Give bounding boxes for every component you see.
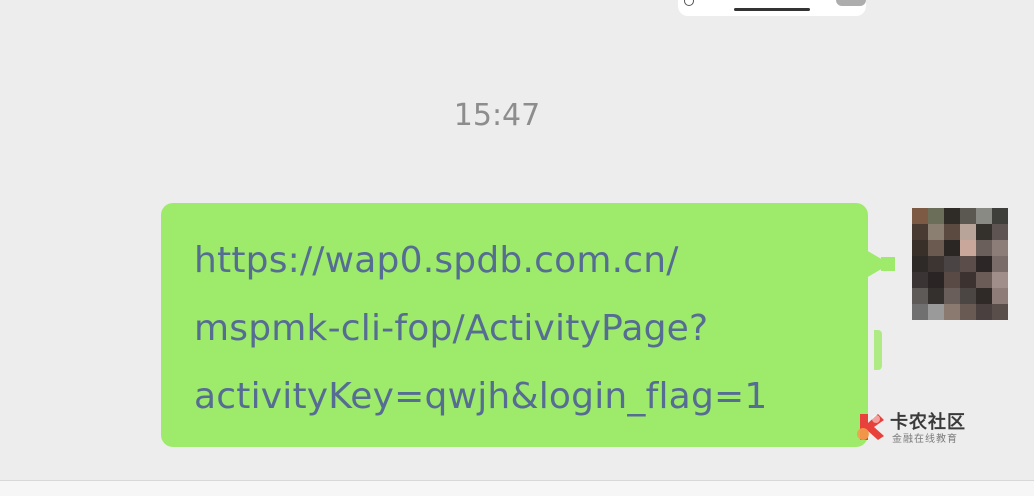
card-divider xyxy=(734,8,810,11)
bubble-tail-marker xyxy=(881,257,895,271)
input-bar-edge xyxy=(0,481,1034,496)
message-bubble[interactable]: https://wap0.spdb.com.cn/ mspmk-cli-fop/… xyxy=(161,203,868,447)
message-link-line-1[interactable]: https://wap0.spdb.com.cn/ xyxy=(194,227,844,295)
card-dot-icon xyxy=(684,0,694,6)
chat-screen: 15:47 https://wap0.spdb.com.cn/ mspmk-cl… xyxy=(0,0,1034,496)
site-watermark: 卡农社区 金融在线教育 xyxy=(854,410,984,446)
kanong-logo-icon xyxy=(857,414,884,440)
adjacent-bubble-edge xyxy=(874,330,882,370)
message-timestamp: 15:47 xyxy=(453,98,541,133)
previous-message-card[interactable] xyxy=(678,0,866,16)
message-link-line-3[interactable]: activityKey=qwjh&login_flag=1 xyxy=(194,363,844,431)
message-link-line-2[interactable]: mspmk-cli-fop/ActivityPage? xyxy=(194,295,844,363)
card-thumbnail xyxy=(836,0,866,6)
sender-avatar[interactable] xyxy=(912,208,1008,320)
watermark-subtitle: 金融在线教育 xyxy=(892,434,958,445)
